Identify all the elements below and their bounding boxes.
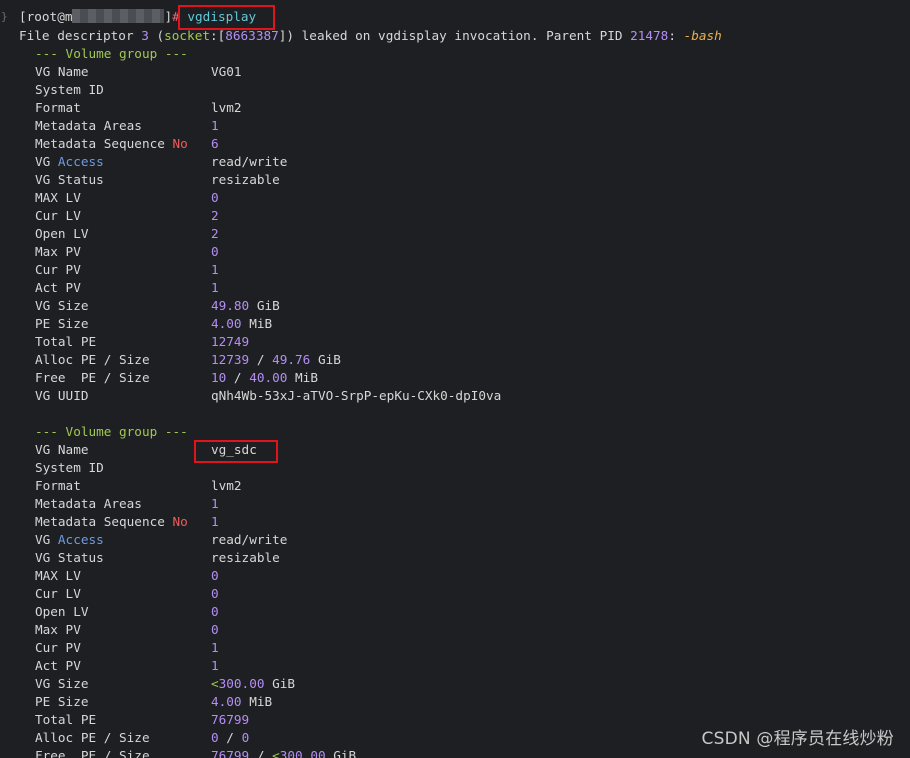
warning-line: File descriptor 3 (socket:[8663387]) lea… [19, 28, 722, 43]
prompt-close: ] [164, 9, 173, 24]
highlight-vgname-box [194, 440, 278, 463]
csdn-watermark: CSDN @程序员在线炒粉 [701, 729, 894, 749]
prompt-user-host: [root@m [19, 9, 73, 24]
terminal-window[interactable]: } [root@m]# vgdisplay File descriptor 3 … [0, 0, 910, 758]
masked-hostname [72, 9, 165, 23]
brace-icon: } [1, 10, 8, 23]
